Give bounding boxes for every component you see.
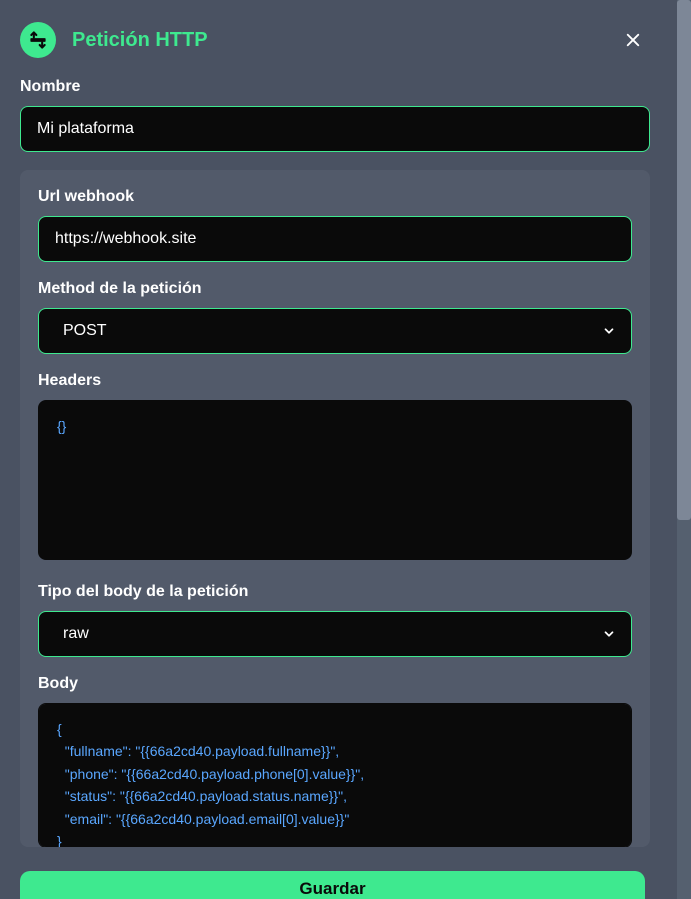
- dialog-title: Petición HTTP: [72, 29, 600, 52]
- close-button[interactable]: [616, 27, 650, 53]
- http-icon: [20, 22, 56, 58]
- method-value: POST: [38, 308, 632, 354]
- method-field-group: Method de la petición POST: [38, 280, 632, 354]
- headers-field-group: Headers: [38, 372, 632, 565]
- save-button-label: Guardar: [299, 879, 365, 899]
- method-select[interactable]: POST: [38, 308, 632, 354]
- headers-textarea[interactable]: [38, 400, 632, 560]
- name-field-group: Nombre: [0, 78, 670, 152]
- webhook-url-input[interactable]: [38, 216, 632, 262]
- name-input[interactable]: [20, 106, 650, 152]
- headers-label: Headers: [38, 372, 632, 390]
- body-label: Body: [38, 675, 632, 693]
- close-icon: [624, 31, 642, 49]
- save-button[interactable]: Guardar: [20, 871, 645, 899]
- webhook-label: Url webhook: [38, 188, 632, 206]
- body-field-group: Body: [38, 675, 632, 847]
- body-textarea[interactable]: [38, 703, 632, 847]
- outer-scrollbar-track[interactable]: [677, 0, 691, 899]
- outer-scrollbar-thumb[interactable]: [677, 0, 691, 520]
- bodytype-field-group: Tipo del body de la petición raw: [38, 583, 632, 657]
- bodytype-value: raw: [38, 611, 632, 657]
- method-label: Method de la petición: [38, 280, 632, 298]
- http-request-dialog: Petición HTTP Nombre Url webhook Method …: [0, 0, 670, 899]
- config-panel: Url webhook Method de la petición POST H…: [20, 170, 650, 847]
- dialog-header: Petición HTTP: [0, 0, 670, 78]
- bodytype-label: Tipo del body de la petición: [38, 583, 632, 601]
- bodytype-select[interactable]: raw: [38, 611, 632, 657]
- webhook-field-group: Url webhook: [38, 188, 632, 262]
- name-label: Nombre: [20, 78, 650, 96]
